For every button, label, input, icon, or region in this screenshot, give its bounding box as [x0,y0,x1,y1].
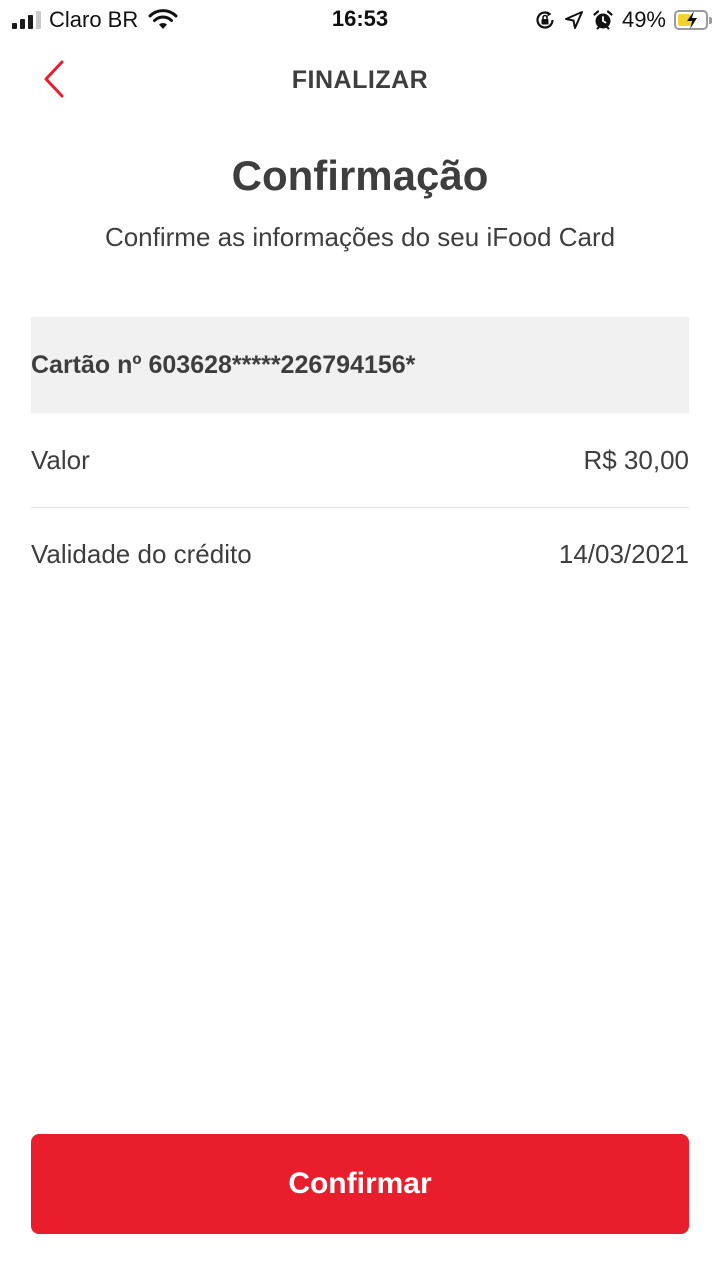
battery-charging-icon [674,10,712,30]
confirm-button[interactable]: Confirmar [31,1134,689,1234]
alarm-icon [593,10,613,30]
orientation-lock-icon [536,11,554,29]
header-title: FINALIZAR [291,66,429,94]
credit-validity-row: Validade do crédito 14/03/2021 [31,507,689,602]
credit-validity-date: 14/03/2021 [558,539,689,569]
location-arrow-icon [564,11,583,29]
status-bar: Claro BR 16:53 49% [0,0,720,40]
battery-percent: 49% [621,7,666,32]
value-label: Valor [31,444,90,475]
page-title: Confirmação [231,152,489,199]
charging-bolt-icon [687,11,697,29]
value-row: Valor R$ 30,00 [31,413,689,508]
value-amount: R$ 30,00 [583,444,689,475]
card-number-label: Cartão nº 603628*****226794156* [31,350,416,379]
status-bar-right: 49% [534,6,712,34]
credit-validity-label: Validade do crédito [31,539,252,569]
page-subtitle: Confirme as informações do seu iFood Car… [104,222,616,252]
card-number-row: Cartão nº 603628*****226794156* [31,317,689,413]
